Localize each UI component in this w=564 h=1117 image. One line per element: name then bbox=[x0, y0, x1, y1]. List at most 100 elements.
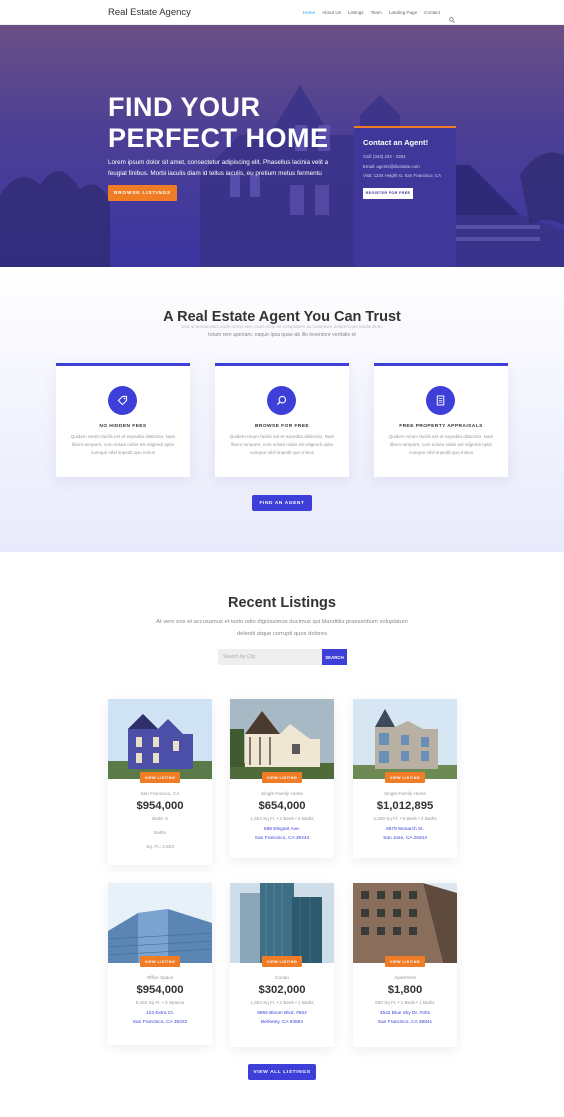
register-button[interactable]: REGISTER FOR FREE bbox=[363, 187, 413, 199]
listing-address-line1: 568 Elegant Ave. bbox=[263, 827, 301, 832]
listing-image[interactable] bbox=[108, 883, 212, 963]
listing-meta-sqft: Sq. Ft.: 2,503 bbox=[146, 844, 174, 849]
listing-price: $1,800 bbox=[387, 984, 423, 996]
view-listing-button[interactable]: VIEW LISTING bbox=[262, 772, 302, 783]
listing-address[interactable]: 6578 Monarch St. San Jose, CA 28344 bbox=[353, 826, 457, 843]
listing-meta-baths: Baths bbox=[154, 830, 166, 835]
listing-type: Apartment bbox=[394, 975, 416, 980]
listing-address[interactable]: 8965 Bloom Blvd. #604 Berkeley, CA 93882 bbox=[230, 1010, 334, 1027]
agent-subtitle-line1: Sed ut perspiciatis unde omnis iste natu… bbox=[181, 324, 383, 329]
listing-image[interactable] bbox=[108, 699, 212, 779]
feature-title: NO HIDDEN FEES bbox=[99, 424, 147, 429]
contact-visit: Visit: 1234 Height st. San Francisco, CA bbox=[363, 173, 442, 178]
listing-address-line2: San Francisco, CA 39841 bbox=[377, 1019, 433, 1025]
listing-meta: Beds: 5 bbox=[152, 816, 168, 821]
listing-card[interactable]: VIEW LISTING Office Space $954,000 5,452… bbox=[108, 883, 212, 1045]
listing-meta: 2,938 Sq Ft. • 5 Beds • 4 Baths bbox=[373, 816, 437, 821]
listings-title: Recent Listings bbox=[228, 595, 336, 611]
view-all-listings-button[interactable]: VIEW ALL LISTINGS bbox=[248, 1064, 316, 1080]
search-icon[interactable] bbox=[449, 10, 455, 23]
listing-type: Single Family Home bbox=[261, 791, 303, 796]
hero-section: FIND YOUR PERFECT HOME Lorem ipsum dolor… bbox=[0, 25, 564, 267]
feature-text: Quidem rerum facilis est et expedita dis… bbox=[388, 434, 494, 455]
nav-home[interactable]: Home bbox=[303, 10, 315, 15]
listing-address-line1: 8965 Bloom Blvd. #604 bbox=[257, 1011, 307, 1016]
agent-subtitle: Sed ut perspiciatis unde omnis iste natu… bbox=[150, 324, 414, 341]
feature-title: FREE PROPERTY APPRAISALS bbox=[399, 424, 483, 429]
listings-subtitle-line1: At vero eos et accusamus et iusto odio d… bbox=[156, 619, 408, 625]
listing-address[interactable]: 123 Extra Ct. San Francisco, CA 39222 bbox=[108, 1010, 212, 1027]
listing-price: $1,012,895 bbox=[376, 800, 434, 812]
hero-title-line2: PERFECT HOME bbox=[108, 123, 329, 153]
listing-meta: 650 Sq Ft. • 1 Beds • 1 Baths bbox=[375, 1000, 435, 1005]
site-logo[interactable]: Real Estate Agency bbox=[108, 7, 191, 18]
agent-title: A Real Estate Agent You Can Trust bbox=[163, 309, 401, 325]
hero-title-line1: FIND YOUR bbox=[108, 92, 261, 122]
main-nav: Home About Us Listings Team Landing Page… bbox=[303, 0, 564, 25]
listing-card[interactable]: VIEW LISTING Apartment $1,800 650 Sq Ft.… bbox=[353, 883, 457, 1047]
listing-price: $954,000 bbox=[136, 984, 184, 996]
listing-address-line2: San Francisco, CA 39244 bbox=[254, 835, 310, 841]
hero-title: FIND YOUR PERFECT HOME bbox=[108, 92, 348, 154]
listing-type: San Francisco, CA bbox=[140, 791, 180, 796]
view-listing-button[interactable]: VIEW LISTING bbox=[385, 772, 425, 783]
listing-type: Single Family Home bbox=[384, 791, 426, 796]
listing-type: Office Space bbox=[146, 975, 174, 980]
contact-email[interactable]: Email: agents@divistate.com bbox=[363, 162, 447, 172]
find-agent-button[interactable]: FIND AN AGENT bbox=[252, 495, 312, 511]
view-listing-button[interactable]: VIEW LISTING bbox=[140, 772, 180, 783]
agent-section: A Real Estate Agent You Can Trust Sed ut… bbox=[0, 267, 564, 552]
listing-price: $302,000 bbox=[258, 984, 306, 996]
nav-landing-page[interactable]: Landing Page bbox=[389, 10, 417, 15]
listings-subtitle: At vero eos et accusamus et iusto odio d… bbox=[150, 616, 414, 640]
listing-address-line2: Berkeley, CA 93882 bbox=[260, 1019, 304, 1025]
listing-meta: 1,654 Sq Ft. • 2 Beds • 2 Baths bbox=[250, 816, 314, 821]
city-search-input[interactable] bbox=[218, 649, 322, 665]
contact-title: Contact an Agent! bbox=[363, 138, 429, 147]
tag-icon bbox=[108, 386, 137, 415]
nav-listings[interactable]: Listings bbox=[348, 10, 364, 15]
view-listing-button[interactable]: VIEW LISTING bbox=[262, 956, 302, 967]
listing-image[interactable] bbox=[353, 699, 457, 779]
hero-text: Lorem ipsum dolor sit amet, consectetur … bbox=[108, 159, 329, 177]
listing-image[interactable] bbox=[230, 699, 334, 779]
feature-card-free-appraisals: FREE PROPERTY APPRAISALS Quidem rerum fa… bbox=[374, 363, 508, 477]
listing-price: $954,000 bbox=[136, 800, 184, 812]
listing-meta: 1,854 Sq Ft. • 2 Beds • 1 Baths bbox=[250, 1000, 314, 1005]
listing-address-line1: 3542 Blue Sky Dr. #301 bbox=[379, 1011, 431, 1016]
agent-subtitle-line2: totam rem aperiam, eaque ipsa quae ab il… bbox=[208, 332, 356, 338]
search-button[interactable]: SEARCH bbox=[322, 649, 347, 665]
listing-card[interactable]: VIEW LISTING Condo $302,000 1,854 Sq Ft.… bbox=[230, 883, 334, 1047]
listing-image[interactable] bbox=[353, 883, 457, 963]
listing-price: $654,000 bbox=[258, 800, 306, 812]
listing-card[interactable]: VIEW LISTING Single Family Home $654,000… bbox=[230, 699, 334, 858]
feature-text: Quidem rerum facilis est et expedita dis… bbox=[229, 434, 335, 455]
listing-card[interactable]: VIEW LISTING Single Family Home $1,012,8… bbox=[353, 699, 457, 858]
listing-address-line2: San Francisco, CA 39222 bbox=[132, 1019, 188, 1025]
listing-meta: 5,452 Sq Ft. • 3 Spaces bbox=[135, 1000, 185, 1005]
listing-address-line2: San Jose, CA 28344 bbox=[383, 835, 427, 841]
listings-subtitle-line2: deleniti atque corrupti quos dolores bbox=[236, 631, 328, 637]
listing-image[interactable] bbox=[230, 883, 334, 963]
nav-team[interactable]: Team bbox=[371, 10, 382, 15]
nav-about-us[interactable]: About Us bbox=[322, 10, 341, 15]
search-icon bbox=[267, 386, 296, 415]
feature-card-browse-for-free: BROWSE FOR FREE Quidem rerum facilis est… bbox=[215, 363, 349, 477]
feature-card-no-hidden-fees: NO HIDDEN FEES Quidem rerum facilis est … bbox=[56, 363, 190, 477]
feature-text: Quidem rerum facilis est et expedita dis… bbox=[70, 434, 176, 455]
site-header: Real Estate Agency Home About Us Listing… bbox=[0, 0, 564, 25]
view-listing-button[interactable]: VIEW LISTING bbox=[385, 956, 425, 967]
feature-title: BROWSE FOR FREE bbox=[254, 424, 310, 429]
browse-listings-button[interactable]: BROWSE LISTINGS bbox=[108, 185, 177, 201]
contact-agent-box: Contact an Agent! Call: (343) 234 - 2354… bbox=[354, 126, 456, 267]
listing-address[interactable]: 3542 Blue Sky Dr. #301 San Francisco, CA… bbox=[353, 1010, 457, 1027]
listing-address-line1: 6578 Monarch St. bbox=[386, 827, 424, 832]
contact-call: Call: (343) 234 - 2354 bbox=[363, 154, 406, 159]
listing-card[interactable]: VIEW LISTING San Francisco, CA $954,000 … bbox=[108, 699, 212, 865]
listing-address[interactable]: 568 Elegant Ave. San Francisco, CA 39244 bbox=[230, 826, 334, 843]
listing-address-line1: 123 Extra Ct. bbox=[146, 1011, 174, 1016]
nav-contact[interactable]: Contact bbox=[424, 10, 440, 15]
view-listing-button[interactable]: VIEW LISTING bbox=[140, 956, 180, 967]
document-icon bbox=[426, 386, 455, 415]
listing-type: Condo bbox=[275, 975, 289, 980]
